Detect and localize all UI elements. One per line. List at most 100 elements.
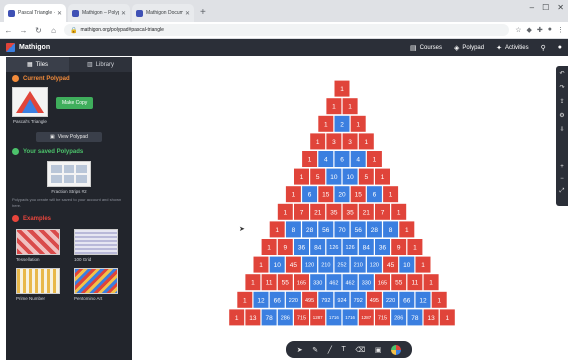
- example-item[interactable]: Tessellation: [16, 229, 64, 262]
- pascal-cell-label: 55: [282, 280, 290, 287]
- pascal-cell-label: 1: [332, 104, 336, 111]
- export-icon[interactable]: ⇩: [559, 126, 564, 133]
- nav-polypad[interactable]: ◈ Polypad: [454, 44, 484, 52]
- redo-icon[interactable]: ↷: [559, 84, 564, 91]
- make-copy-button[interactable]: Make Copy: [56, 97, 94, 109]
- close-icon[interactable]: ✕: [185, 10, 190, 17]
- undo-icon[interactable]: ↶: [559, 70, 564, 77]
- example-caption: Tessellation: [16, 257, 40, 262]
- fullscreen-icon[interactable]: ⤢: [560, 188, 565, 195]
- pascal-cell-label: 1: [251, 280, 255, 287]
- pascal-cell-label: 1716: [329, 315, 339, 320]
- sidebar-tabs: ▦ Tiles ▥ Library: [6, 57, 132, 72]
- pascal-cell-label: 55: [395, 280, 403, 287]
- saved-polypad-thumbnail[interactable]: [47, 161, 91, 187]
- back-icon[interactable]: ←: [4, 26, 13, 35]
- pascal-cell-label: 1: [292, 192, 296, 199]
- pascal-triangle[interactable]: 11 11 2 11 3 3 11 4 6 4 11 5 10 10 5 11 6 15 20 15 6 11 7 21 35 3…: [132, 57, 556, 360]
- pascal-cell-label: 462: [329, 280, 338, 286]
- pascal-cell-label: 220: [386, 298, 395, 304]
- pascal-cell-label: 330: [313, 280, 322, 286]
- tab-library[interactable]: ▥ Library: [69, 57, 132, 72]
- search-icon[interactable]: ⚲: [541, 44, 546, 52]
- mouse-cursor-icon: ➤: [239, 226, 245, 233]
- nav-activities[interactable]: ✦ Activities: [496, 44, 529, 52]
- maximize-icon[interactable]: ☐: [542, 3, 549, 12]
- tab-tiles[interactable]: ▦ Tiles: [6, 57, 69, 72]
- line-tool-icon[interactable]: ╱: [328, 346, 332, 354]
- close-window-icon[interactable]: ✕: [557, 3, 564, 12]
- pascal-cell-label: 1287: [361, 315, 371, 320]
- pascal-cell-label: 45: [387, 262, 395, 269]
- pascal-cell-label: 36: [298, 244, 306, 251]
- close-icon[interactable]: ✕: [121, 10, 126, 17]
- pascal-cell-label: 1: [267, 244, 271, 251]
- pascal-cell-label: 1: [389, 192, 393, 199]
- current-polypad-section: Current Polypad Pascal's Triangle Make C…: [6, 72, 132, 145]
- browser-tab-1[interactable]: Pascal Triangle · Polypad ✕: [4, 4, 66, 22]
- pascal-cell-label: 5: [364, 174, 368, 181]
- pascal-cell-label: 1: [364, 139, 368, 146]
- pascal-cell-label: 84: [363, 244, 371, 251]
- pascal-cell-label: 36: [379, 244, 387, 251]
- polypad-canvas[interactable]: 1 1 1 1 2 1 1 3 3 1 1 4 6 4 1 1 5 10 10 5 1 1 6 15 20 15 6 1 1 7 21 35 3…: [132, 57, 556, 360]
- star-icon[interactable]: ☆: [515, 26, 521, 34]
- examples-icon: [12, 215, 19, 222]
- pascal-cell-label: 1: [397, 209, 401, 216]
- close-icon[interactable]: ✕: [57, 10, 62, 17]
- color-palette-icon[interactable]: [391, 344, 402, 355]
- pascal-cell-label: 924: [337, 298, 346, 304]
- pen-tool-icon[interactable]: ✎: [312, 346, 318, 354]
- pascal-cell-label: 6: [308, 192, 312, 199]
- pascal-cell-label: 792: [354, 298, 363, 304]
- settings-icon[interactable]: ⚙: [559, 112, 564, 119]
- puzzle-icon: ✦: [496, 44, 502, 52]
- eraser-tool-icon[interactable]: ⌫: [355, 346, 365, 354]
- pascal-cell-label: 28: [306, 227, 314, 234]
- example-thumbnail: [74, 229, 118, 255]
- example-item[interactable]: Pentomino Art: [74, 268, 122, 301]
- tab-label: Library: [95, 61, 114, 68]
- pascal-cell-label: 286: [281, 316, 290, 322]
- view-polypad-button[interactable]: ▣ View Polypad: [36, 132, 102, 142]
- pascal-cell-label: 13: [427, 315, 435, 322]
- forward-icon[interactable]: →: [19, 26, 28, 35]
- thumbnail-caption: Pascal's Triangle: [13, 119, 47, 124]
- example-thumbnail: [16, 229, 60, 255]
- current-polypad-thumbnail[interactable]: [12, 87, 48, 117]
- browser-tab-3[interactable]: Mathigon Documentation ✕: [132, 4, 194, 22]
- user-avatar-icon[interactable]: ●: [558, 44, 562, 51]
- select-tool-icon[interactable]: ➤: [297, 346, 303, 354]
- menu-icon[interactable]: ⋮: [557, 26, 564, 34]
- new-tab-button[interactable]: +: [200, 4, 206, 22]
- pascal-cell-label: 1: [235, 315, 239, 322]
- extension-icon[interactable]: ◆: [527, 26, 532, 34]
- zoom-out-icon[interactable]: −: [560, 176, 564, 182]
- nav-courses[interactable]: ▤ Courses: [410, 44, 442, 52]
- brand-logo[interactable]: Mathigon: [6, 43, 50, 52]
- tiles-icon: ▦: [26, 62, 33, 68]
- home-icon[interactable]: ⌂: [49, 26, 58, 35]
- text-tool-icon[interactable]: T: [342, 346, 346, 353]
- pascal-cell-label: 210: [354, 263, 363, 269]
- browser-tab-2[interactable]: Mathigon – Polypad Tools ✕: [68, 4, 130, 22]
- pascal-cell-label: 13: [249, 315, 257, 322]
- share-icon[interactable]: ⇪: [559, 98, 564, 105]
- address-bar[interactable]: 🔒 mathigon.org/polypad#pascal-triangle: [64, 24, 510, 36]
- example-item[interactable]: 100 Grid: [74, 229, 122, 262]
- pascal-cell-label: 1: [275, 227, 279, 234]
- pascal-cell-label: 220: [289, 298, 298, 304]
- pascal-cell-label: 35: [330, 209, 338, 216]
- example-item[interactable]: Prime Number: [16, 268, 64, 301]
- reload-icon[interactable]: ↻: [34, 26, 43, 35]
- pascal-cell-label: 1: [429, 280, 433, 287]
- zoom-in-icon[interactable]: +: [560, 164, 564, 170]
- profile-icon[interactable]: ●: [548, 26, 552, 34]
- puzzle-extension-icon[interactable]: ✚: [537, 26, 543, 34]
- current-polypad-card[interactable]: Pascal's Triangle: [12, 87, 48, 124]
- pascal-cell-label: 1: [356, 121, 360, 128]
- minimize-icon[interactable]: –: [530, 3, 534, 12]
- image-tool-icon[interactable]: ▣: [375, 346, 382, 354]
- thumbnail-caption: Fraction Strips #2: [51, 189, 87, 194]
- example-caption: Prime Number: [16, 296, 46, 301]
